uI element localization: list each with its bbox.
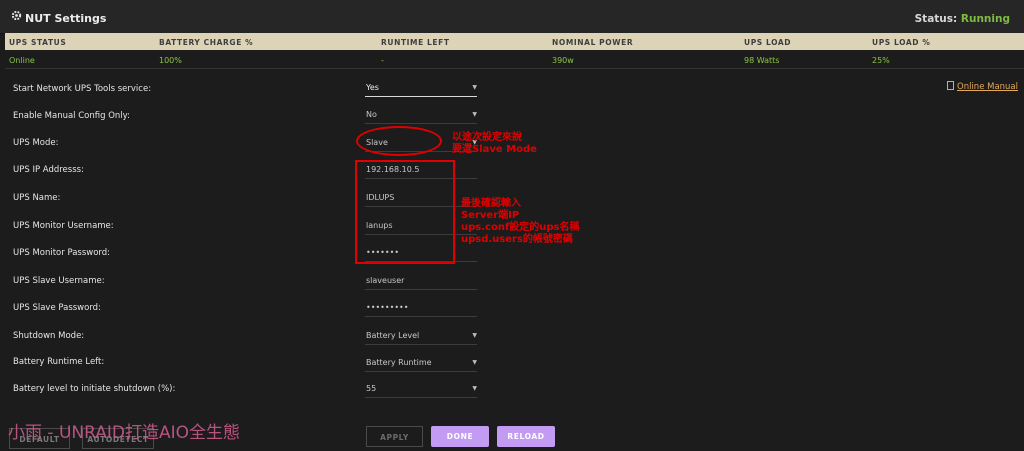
battery-runtime-select[interactable]: Battery Runtime ▼ [365,355,477,372]
annotation-line: 最後確認輸入 [461,198,521,209]
value-nominal-power: 390w [552,56,574,65]
setting-label-ups-ip: UPS IP Addresss: [13,165,84,175]
online-manual-link[interactable]: Online Manual [947,81,1018,92]
setting-label-monitor-password: UPS Monitor Password: [13,248,111,258]
online-manual-label: Online Manual [957,82,1019,92]
divider [5,68,1024,69]
column-ups-load: UPS LOAD [744,38,792,47]
battery-level-select[interactable]: 55 ▼ [365,381,477,398]
annotation-rectangle [355,160,455,264]
chevron-down-icon: ▼ [472,359,477,366]
setting-label-ups-mode: UPS Mode: [13,138,59,148]
select-value: 55 [366,384,377,393]
annotation-line: 要選Slave Mode [452,144,537,155]
gear-icon [11,10,22,21]
slave-password-input[interactable]: ••••••••• [365,300,477,317]
annotation-line: ups.conf設定的ups名稱 [461,222,580,233]
chevron-down-icon: ▼ [472,332,477,339]
document-icon [947,81,954,90]
column-nominal-power: NOMINAL POWER [552,38,634,47]
select-value: No [366,110,377,119]
title-bar: NUT Settings Status: Running [0,0,1024,34]
select-value: Battery Runtime [366,358,432,367]
done-button[interactable]: DONE [431,426,489,447]
input-value: ••••••••• [366,303,409,312]
input-value: slaveuser [366,276,405,285]
chevron-down-icon: ▼ [472,385,477,392]
column-ups-status: UPS STATUS [9,38,67,47]
setting-label-manual-config: Enable Manual Config Only: [13,111,130,121]
reload-button[interactable]: RELOAD [497,426,555,447]
setting-label-slave-username: UPS Slave Username: [13,276,105,286]
value-ups-status: Online [9,56,35,65]
value-ups-load-pct: 25% [872,56,890,65]
annotation-server-note: 最後確認輸入 Server端IP ups.conf設定的ups名稱 upsd.u… [461,198,580,246]
setting-label-battery-level: Battery level to initiate shutdown (%): [13,384,176,394]
column-ups-load-pct: UPS LOAD % [872,38,931,47]
shutdown-mode-select[interactable]: Battery Level ▼ [365,328,477,345]
manual-config-select[interactable]: No ▼ [365,107,477,124]
column-runtime-left: RUNTIME LEFT [381,38,450,47]
select-value: Yes [366,83,379,92]
value-ups-load: 98 Watts [744,56,780,65]
select-value: Battery Level [366,331,420,340]
chevron-down-icon: ▼ [472,111,477,118]
service-status: Status: Running [915,13,1010,25]
setting-label-ups-name: UPS Name: [13,193,61,203]
slave-username-input[interactable]: slaveuser [365,273,477,290]
annotation-ellipse [356,126,442,156]
annotation-line: upsd.users的帳號密碼 [461,234,573,245]
chevron-down-icon: ▼ [472,84,477,91]
column-battery-charge: BATTERY CHARGE % [159,38,254,47]
annotation-mode-note: 以途次設定來說 要選Slave Mode [452,132,537,156]
annotation-line: Server端IP [461,210,520,221]
setting-label-monitor-username: UPS Monitor Username: [13,221,114,231]
table-row: Online 100% - 390w 98 Watts 25% [5,51,1024,68]
apply-button[interactable]: APPLY [366,426,423,447]
status-value: Running [960,13,1010,25]
ups-table-header: UPS STATUS BATTERY CHARGE % RUNTIME LEFT… [5,33,1024,50]
value-battery-charge: 100% [159,56,182,65]
status-label: Status: [914,13,958,25]
annotation-line: 以途次設定來說 [452,132,522,143]
setting-label-shutdown-mode: Shutdown Mode: [13,331,85,341]
setting-label-battery-runtime: Battery Runtime Left: [13,357,105,367]
value-runtime-left: - [381,56,384,65]
start-service-select[interactable]: Yes ▼ [365,80,477,97]
page-title: NUT Settings [25,12,107,25]
setting-label-start-service: Start Network UPS Tools service: [13,84,152,94]
setting-label-slave-password: UPS Slave Password: [13,303,101,313]
watermark: 小雨 - UNRAID打造AIO全生態 [8,423,240,443]
